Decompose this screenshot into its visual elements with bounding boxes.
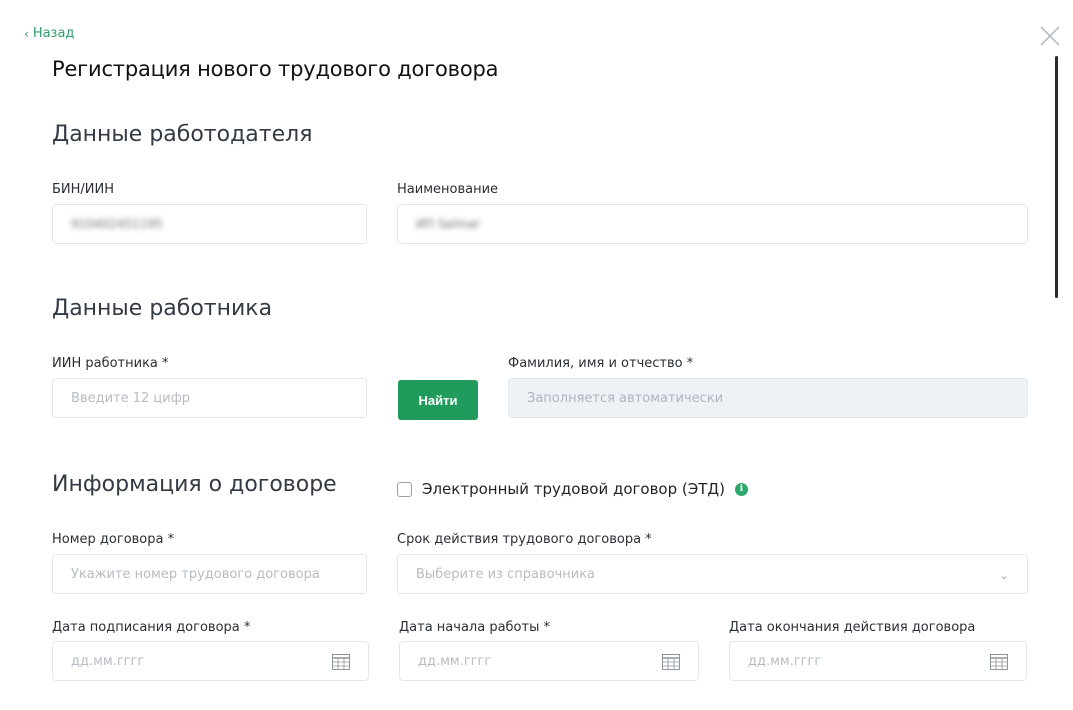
contract-number-placeholder: Укажите номер трудового договора xyxy=(71,566,320,582)
employer-name-value: ИП Salmar xyxy=(416,217,481,231)
iin-label: ИИН работника * xyxy=(52,356,169,371)
start-date-label: Дата начала работы * xyxy=(399,620,550,635)
calendar-icon[interactable] xyxy=(990,654,1008,670)
chevron-left-icon: ‹ xyxy=(24,26,29,41)
contract-number-label: Номер договора * xyxy=(52,532,175,547)
chevron-down-icon: ⌄ xyxy=(999,569,1009,582)
etd-label: Электронный трудовой договор (ЭТД) xyxy=(422,480,725,498)
start-date-input[interactable]: дд.мм.гггг xyxy=(399,641,699,681)
contract-term-select[interactable]: Выберите из справочника ⌄ xyxy=(397,554,1028,594)
sign-date-placeholder: дд.мм.гггг xyxy=(71,653,145,669)
iin-input[interactable]: Введите 12 цифр xyxy=(52,378,367,418)
contract-term-label: Срок действия трудового договора * xyxy=(397,532,652,547)
sign-date-label: Дата подписания договора * xyxy=(52,620,251,635)
calendar-icon[interactable] xyxy=(332,654,350,670)
employer-section-title: Данные работодателя xyxy=(52,122,313,147)
employer-name-field[interactable]: ИП Salmar xyxy=(397,204,1028,244)
fio-placeholder: Заполняется автоматически xyxy=(527,390,724,406)
iin-placeholder: Введите 12 цифр xyxy=(71,390,191,406)
contract-term-placeholder: Выберите из справочника xyxy=(416,566,596,582)
info-icon[interactable]: i xyxy=(734,482,748,496)
bin-value: 910402451195 xyxy=(71,217,163,231)
page-title: Регистрация нового трудового договора xyxy=(52,57,499,81)
end-date-placeholder: дд.мм.гггг xyxy=(748,653,822,669)
employee-section-title: Данные работника xyxy=(52,296,273,321)
contract-number-input[interactable]: Укажите номер трудового договора xyxy=(52,554,367,594)
back-link-label: Назад xyxy=(32,26,75,41)
scrollbar-thumb[interactable] xyxy=(1055,56,1058,298)
start-date-placeholder: дд.мм.гггг xyxy=(418,653,492,669)
scrollbar[interactable] xyxy=(1055,56,1058,702)
close-icon xyxy=(1040,26,1060,46)
calendar-icon[interactable] xyxy=(662,654,680,670)
bin-field[interactable]: 910402451195 xyxy=(52,204,367,244)
etd-checkbox[interactable] xyxy=(397,481,412,497)
close-button[interactable] xyxy=(1038,24,1062,48)
fio-field: Заполняется автоматически xyxy=(508,378,1028,418)
etd-checkbox-row[interactable]: Электронный трудовой договор (ЭТД) i xyxy=(397,480,748,498)
back-link[interactable]: ‹ Назад xyxy=(24,26,74,41)
employer-name-label: Наименование xyxy=(397,182,499,197)
contract-section-title: Информация о договоре xyxy=(52,472,337,497)
sign-date-input[interactable]: дд.мм.гггг xyxy=(52,641,369,681)
fio-label: Фамилия, имя и отчество * xyxy=(508,356,694,371)
bin-label: БИН/ИИН xyxy=(52,182,115,197)
end-date-label: Дата окончания действия договора xyxy=(729,620,976,635)
find-button[interactable]: Найти xyxy=(398,380,478,420)
end-date-input[interactable]: дд.мм.гггг xyxy=(729,641,1027,681)
